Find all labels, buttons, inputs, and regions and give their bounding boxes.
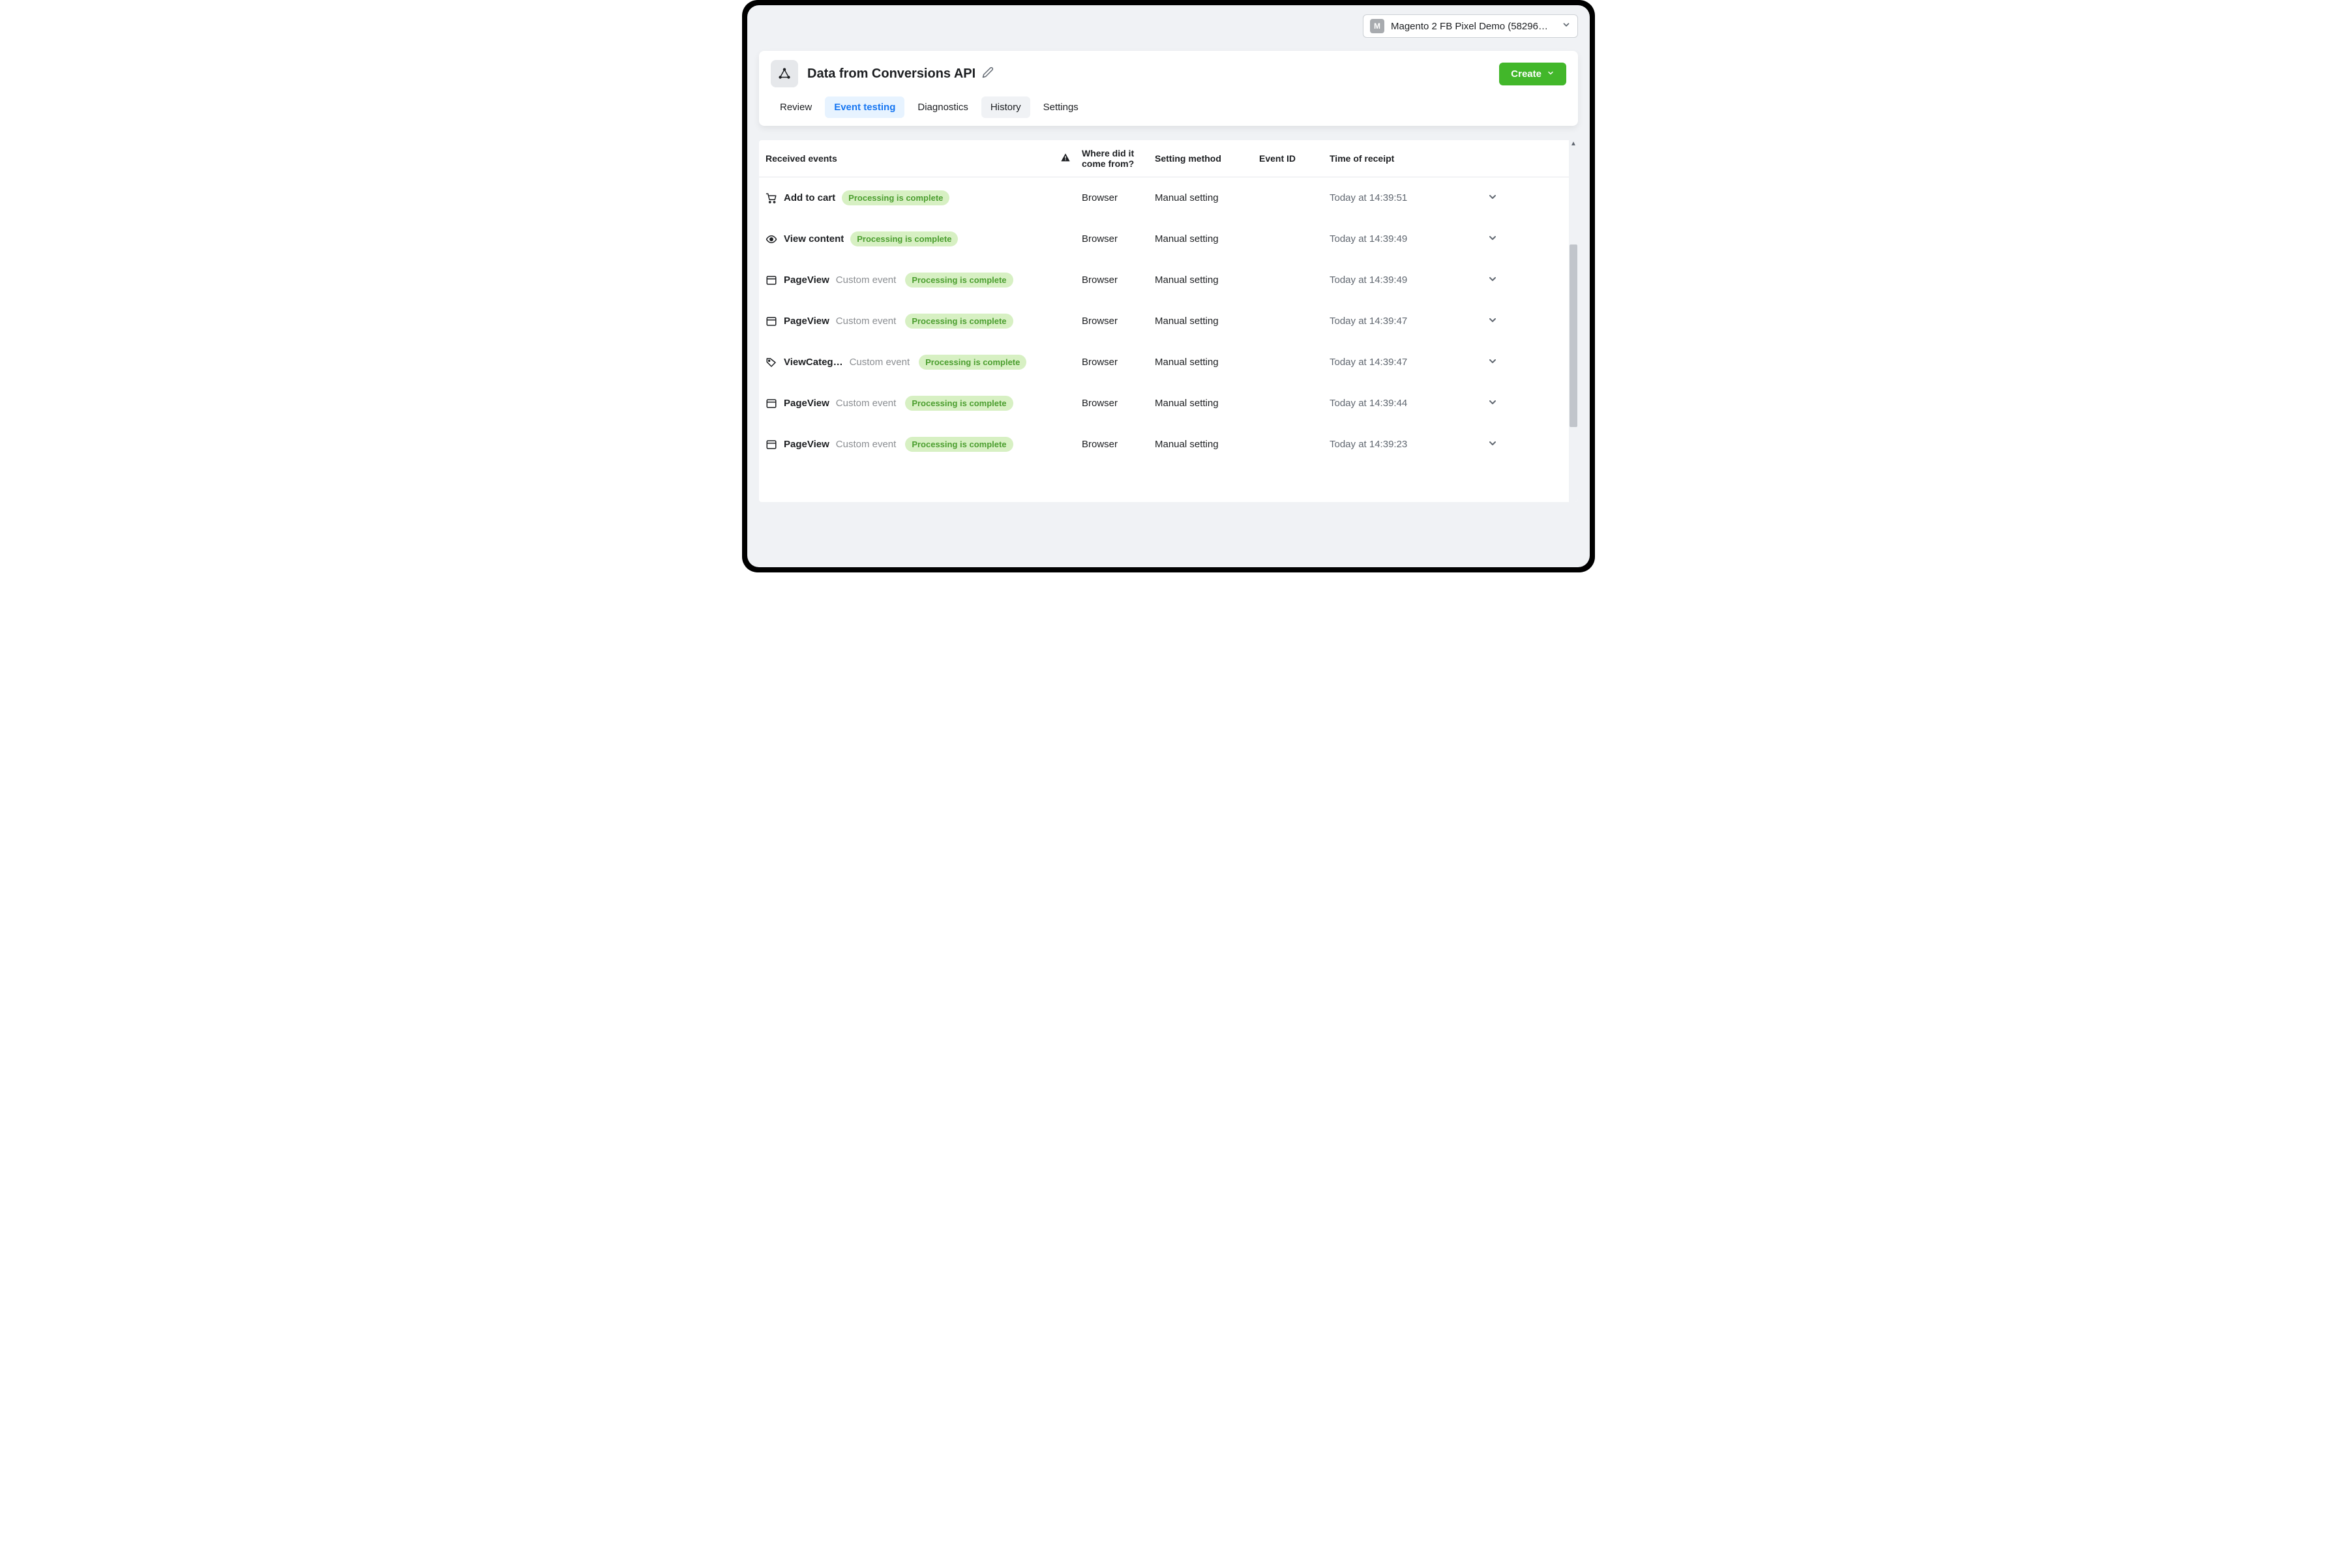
- page-title: Data from Conversions API: [807, 67, 975, 81]
- table-row: View content Processing is complete Browse…: [759, 218, 1569, 259]
- event-source: Browser: [1082, 398, 1155, 409]
- event-subtype: Custom event: [836, 316, 897, 327]
- event-method: Manual setting: [1155, 274, 1259, 286]
- tab-settings[interactable]: Settings: [1034, 96, 1088, 118]
- event-method: Manual setting: [1155, 357, 1259, 368]
- event-name: ViewCateg…: [784, 357, 843, 368]
- event-method: Manual setting: [1155, 233, 1259, 244]
- tab-diagnostics[interactable]: Diagnostics: [908, 96, 977, 118]
- window-icon: [766, 316, 784, 327]
- event-subtype: Custom event: [850, 357, 910, 368]
- event-method: Manual setting: [1155, 316, 1259, 327]
- tab-review[interactable]: Review: [771, 96, 821, 118]
- event-name: PageView: [784, 274, 829, 286]
- data-source-icon: [771, 60, 798, 87]
- main-panel: Data from Conversions API Create ReviewE…: [759, 51, 1578, 126]
- account-selector[interactable]: M Magento 2 FB Pixel Demo (58296…: [1363, 14, 1578, 38]
- chevron-down-icon: [1547, 68, 1555, 80]
- event-source: Browser: [1082, 233, 1155, 244]
- event-name: PageView: [784, 316, 829, 327]
- event-subtype: Custom event: [836, 439, 897, 450]
- event-time: Today at 14:39:47: [1330, 316, 1480, 327]
- tabs: ReviewEvent testingDiagnosticsHistorySet…: [759, 93, 1578, 126]
- column-received-events: Received events: [766, 153, 1049, 164]
- create-button[interactable]: Create: [1499, 63, 1566, 85]
- expand-row-button[interactable]: [1480, 315, 1506, 328]
- window-icon: [766, 274, 784, 286]
- table-row: PageView Custom event Processing is comple…: [759, 424, 1569, 465]
- event-name: PageView: [784, 439, 829, 450]
- table-header: Received events Where did it come from? …: [759, 140, 1569, 177]
- column-warning: [1049, 153, 1082, 165]
- account-label: Magento 2 FB Pixel Demo (58296…: [1391, 21, 1556, 32]
- table-row: PageView Custom event Processing is comple…: [759, 383, 1569, 424]
- column-time: Time of receipt: [1330, 153, 1480, 164]
- window-icon: [766, 398, 784, 409]
- event-time: Today at 14:39:47: [1330, 357, 1480, 368]
- event-source: Browser: [1082, 316, 1155, 327]
- window-icon: [766, 439, 784, 451]
- column-method: Setting method: [1155, 153, 1259, 164]
- cart-icon: [766, 192, 784, 204]
- event-time: Today at 14:39:51: [1330, 192, 1480, 203]
- expand-row-button[interactable]: [1480, 356, 1506, 369]
- tab-history[interactable]: History: [981, 96, 1030, 118]
- scrollbar-thumb[interactable]: [1570, 244, 1577, 427]
- table-row: PageView Custom event Processing is comple…: [759, 301, 1569, 342]
- status-badge: Processing is complete: [905, 396, 1013, 411]
- status-badge: Processing is complete: [905, 314, 1013, 329]
- event-method: Manual setting: [1155, 192, 1259, 203]
- events-table: ▲ Received events Where did it come from…: [759, 140, 1578, 502]
- status-badge: Processing is complete: [905, 437, 1013, 452]
- tab-event-testing[interactable]: Event testing: [825, 96, 904, 118]
- table-row: ViewCateg… Custom event Processing is comp…: [759, 342, 1569, 383]
- event-time: Today at 14:39:23: [1330, 439, 1480, 450]
- create-button-label: Create: [1511, 68, 1541, 80]
- event-source: Browser: [1082, 439, 1155, 450]
- event-time: Today at 14:39:44: [1330, 398, 1480, 409]
- expand-row-button[interactable]: [1480, 192, 1506, 205]
- expand-row-button[interactable]: [1480, 233, 1506, 246]
- scrollbar[interactable]: ▲: [1569, 140, 1578, 502]
- event-source: Browser: [1082, 274, 1155, 286]
- table-row: PageView Custom event Processing is comple…: [759, 259, 1569, 301]
- event-source: Browser: [1082, 192, 1155, 203]
- event-name: View content: [784, 233, 844, 244]
- status-badge: Processing is complete: [905, 273, 1013, 288]
- edit-icon[interactable]: [982, 67, 994, 81]
- account-badge: M: [1370, 19, 1384, 33]
- eye-icon: [766, 233, 784, 245]
- event-method: Manual setting: [1155, 398, 1259, 409]
- chevron-down-icon: [1562, 20, 1571, 32]
- event-source: Browser: [1082, 357, 1155, 368]
- tag-icon: [766, 357, 784, 368]
- status-badge: Processing is complete: [919, 355, 1026, 370]
- expand-row-button[interactable]: [1480, 438, 1506, 451]
- event-time: Today at 14:39:49: [1330, 274, 1480, 286]
- event-subtype: Custom event: [836, 274, 897, 286]
- scroll-up-icon[interactable]: ▲: [1569, 140, 1578, 149]
- table-row: Add to cart Processing is complete Browser…: [759, 177, 1569, 218]
- event-subtype: Custom event: [836, 398, 897, 409]
- column-where: Where did it come from?: [1082, 148, 1155, 169]
- event-time: Today at 14:39:49: [1330, 233, 1480, 244]
- expand-row-button[interactable]: [1480, 397, 1506, 410]
- event-name: Add to cart: [784, 192, 835, 203]
- status-badge: Processing is complete: [850, 231, 958, 246]
- event-method: Manual setting: [1155, 439, 1259, 450]
- status-badge: Processing is complete: [842, 190, 949, 205]
- column-event-id: Event ID: [1259, 153, 1330, 164]
- event-name: PageView: [784, 398, 829, 409]
- expand-row-button[interactable]: [1480, 274, 1506, 287]
